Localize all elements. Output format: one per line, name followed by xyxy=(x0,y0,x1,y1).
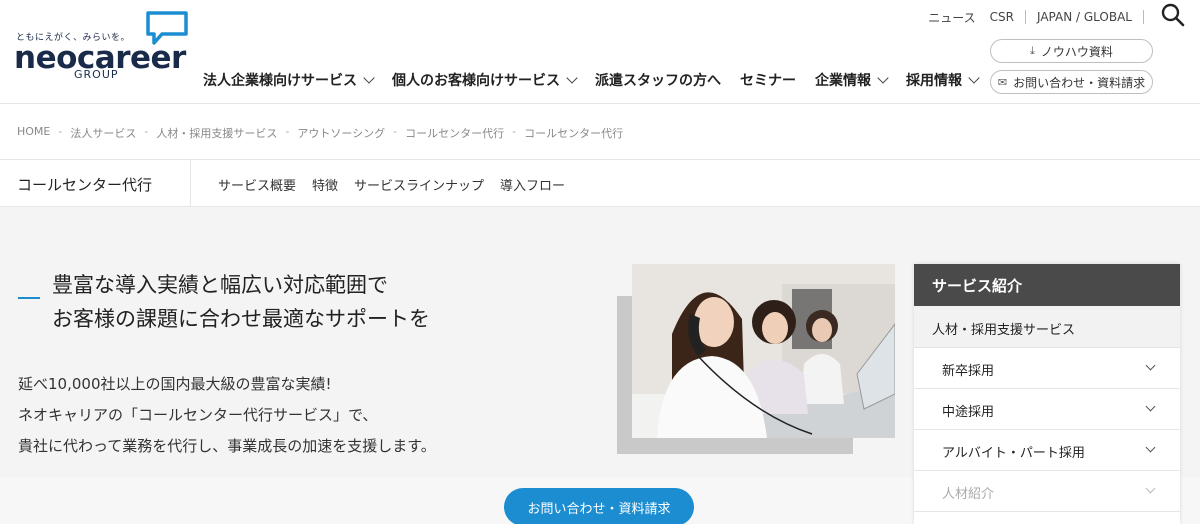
gnav-label: 採用情報 xyxy=(906,73,962,89)
hero-headline: 豊富な導入実績と幅広い対応範囲で お客様の課題に合わせ最適なサポートを xyxy=(52,268,430,336)
breadcrumb-home[interactable]: HOME xyxy=(17,125,50,141)
breadcrumb-current: コールセンター代行 xyxy=(524,127,624,140)
neocareer-logo[interactable]: ともにえがく、みらいを。 neocareer GROUP xyxy=(14,10,194,86)
sidebar-item-part-time[interactable]: アルバイト・パート採用 xyxy=(914,430,1180,471)
hero-body-line2: ネオキャリアの「コールセンター代行サービス」で、 xyxy=(18,406,378,424)
gnav-corporate-services[interactable]: 法人企業様向けサービス xyxy=(203,70,375,90)
chevron-down-icon xyxy=(968,71,980,84)
util-csr-link[interactable]: CSR xyxy=(983,10,1021,24)
gnav-label: セミナー xyxy=(740,73,796,89)
hero-headline-line2: お客様の課題に合わせ最適なサポートを xyxy=(52,307,430,331)
download-icon: ⤓ xyxy=(1030,44,1035,57)
gnav-seminar[interactable]: セミナー xyxy=(740,70,796,90)
chevron-down-icon xyxy=(1145,401,1156,412)
sidebar-item-new-grad[interactable]: 新卒採用 xyxy=(914,348,1180,389)
chevron-down-icon xyxy=(1145,360,1156,371)
search-icon[interactable] xyxy=(1160,2,1186,28)
gnav-label: 派遣スタッフの方へ xyxy=(595,73,721,89)
headline-accent-line xyxy=(18,297,40,299)
callcenter-operators-illustration xyxy=(632,264,895,438)
sidebar-item-label: 人材紹介 xyxy=(942,487,995,502)
hero-headline-line1: 豊富な導入実績と幅広い対応範囲で xyxy=(52,273,388,297)
knowhow-label: ノウハウ資料 xyxy=(1040,44,1113,59)
chevron-down-icon xyxy=(1145,483,1156,494)
subnav-title: コールセンター代行 xyxy=(17,176,153,194)
util-divider xyxy=(1025,10,1026,24)
gnav-temp-staff[interactable]: 派遣スタッフの方へ xyxy=(595,70,721,90)
subnav-link-overview[interactable]: サービス概要 xyxy=(218,175,296,194)
breadcrumb-callcenter[interactable]: コールセンター代行 xyxy=(405,125,504,141)
page-subnav: コールセンター代行 サービス概要 特徴 サービスラインナップ 導入フロー xyxy=(0,159,1200,207)
callcenter-photo xyxy=(632,264,895,438)
breadcrumb-hr-support[interactable]: 人材・採用支援サービス xyxy=(156,125,277,141)
sidebar-item-label: 中途採用 xyxy=(942,405,995,420)
subnav-link-lineup[interactable]: サービスラインナップ xyxy=(354,175,484,194)
mail-icon: ✉ xyxy=(997,75,1008,89)
gnav-company-info[interactable]: 企業情報 xyxy=(815,70,889,90)
gnav-personal-services[interactable]: 個人のお客様向けサービス xyxy=(392,70,578,90)
breadcrumb-separator: - xyxy=(393,125,398,138)
breadcrumb-separator: - xyxy=(512,125,517,138)
util-language-link[interactable]: JAPAN / GLOBAL xyxy=(1030,10,1139,24)
service-sidebar: サービス紹介 人材・採用支援サービス 新卒採用 中途採用 アルバイト・パート採用… xyxy=(914,264,1180,524)
chevron-down-icon xyxy=(363,71,375,84)
logo-neo: neo xyxy=(14,40,77,76)
sidebar-category[interactable]: 人材・採用支援サービス xyxy=(914,306,1180,348)
header-contact-label: お問い合わせ・資料請求 xyxy=(1013,75,1146,90)
gnav-recruit-info[interactable]: 採用情報 xyxy=(906,70,980,90)
util-news-link[interactable]: ニュース xyxy=(921,9,982,26)
subnav-links: サービス概要 特徴 サービスラインナップ 導入フロー xyxy=(218,175,581,194)
breadcrumb-corporate[interactable]: 法人サービス xyxy=(70,125,136,141)
breadcrumb-outsourcing[interactable]: アウトソーシング xyxy=(297,125,385,141)
sidebar-item-label: アルバイト・パート採用 xyxy=(942,446,1085,461)
gnav-label: 個人のお客様向けサービス xyxy=(392,73,560,89)
global-nav: 法人企業様向けサービス 個人のお客様向けサービス 派遣スタッフの方へ セミナー … xyxy=(203,70,997,90)
hero-body-line1: 延べ10,000社以上の国内最大級の豊富な実績! xyxy=(18,375,332,393)
sidebar-item-label: 新卒採用 xyxy=(942,364,995,379)
site-header: ともにえがく、みらいを。 neocareer GROUP ニュース CSR JA… xyxy=(0,0,1200,104)
util-divider xyxy=(1143,10,1144,24)
header-contact-button[interactable]: ✉ お問い合わせ・資料請求 xyxy=(990,70,1153,94)
subnav-divider xyxy=(190,160,191,207)
chevron-down-icon xyxy=(1145,442,1156,453)
subnav-link-features[interactable]: 特徴 xyxy=(312,175,338,194)
sidebar-item-placement[interactable]: 人材紹介 xyxy=(914,471,1180,512)
knowhow-download-button[interactable]: ⤓ ノウハウ資料 xyxy=(990,39,1153,63)
hero-body-line3: 貴社に代わって業務を代行し、事業成長の加速を支援します。 xyxy=(18,437,436,455)
logo-group: GROUP xyxy=(74,68,119,81)
breadcrumb-separator: - xyxy=(58,125,63,138)
breadcrumb: HOME - 法人サービス - 人材・採用支援サービス - アウトソーシング -… xyxy=(17,125,623,141)
sidebar-heading: サービス紹介 xyxy=(914,264,1180,306)
gnav-label: 法人企業様向けサービス xyxy=(203,73,357,89)
breadcrumb-separator: - xyxy=(144,125,149,138)
subnav-link-flow[interactable]: 導入フロー xyxy=(500,175,565,194)
breadcrumb-separator: - xyxy=(285,125,290,138)
hero-body: 延べ10,000社以上の国内最大級の豊富な実績! ネオキャリアの「コールセンター… xyxy=(18,369,436,462)
gnav-label: 企業情報 xyxy=(815,73,871,89)
contact-cta-button[interactable]: お問い合わせ・資料請求 xyxy=(504,488,694,524)
chevron-down-icon xyxy=(877,71,889,84)
sidebar-item-mid-career[interactable]: 中途採用 xyxy=(914,389,1180,430)
utility-nav: ニュース CSR JAPAN / GLOBAL xyxy=(921,3,1186,27)
chevron-down-icon xyxy=(566,71,578,84)
